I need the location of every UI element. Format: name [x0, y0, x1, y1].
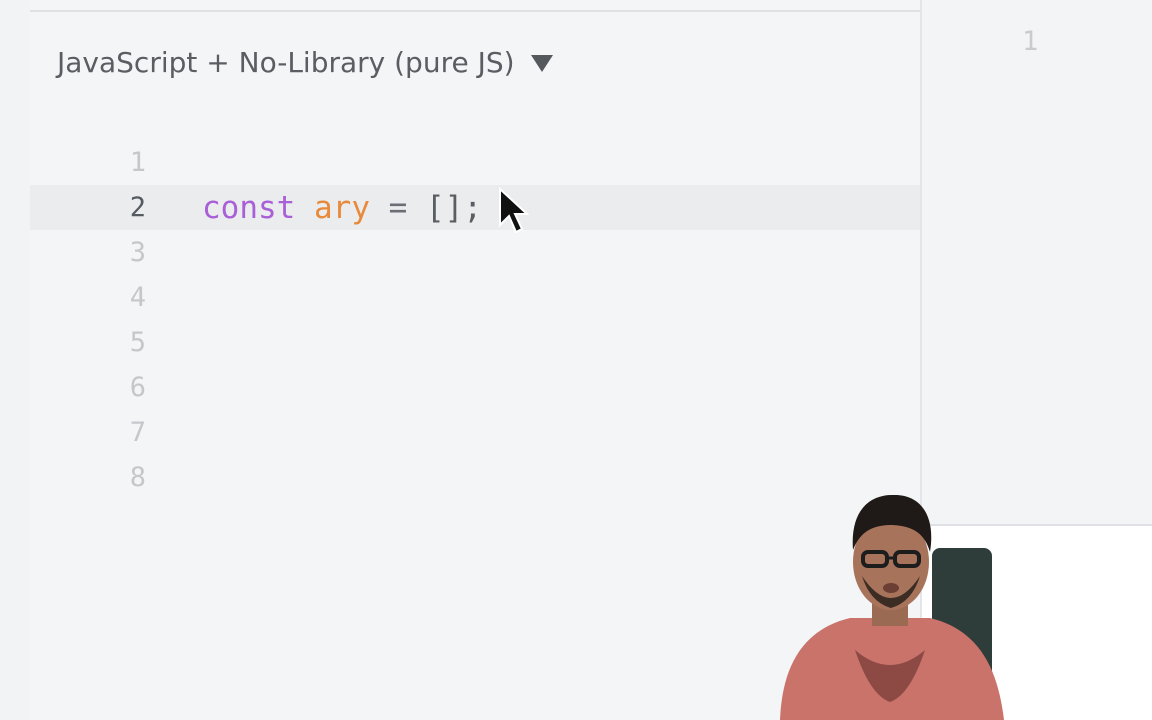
code-keyword: const: [202, 189, 296, 226]
mouth-icon: [883, 583, 899, 593]
code-line-7[interactable]: 7: [30, 410, 920, 455]
line-number: 1: [129, 147, 146, 178]
code-line-1[interactable]: 1: [30, 140, 920, 185]
mouse-cursor-icon: [499, 187, 530, 234]
left-gutter: [0, 0, 31, 720]
code-line-2[interactable]: 2 const ary = [];: [30, 185, 920, 230]
line-number: 2: [129, 192, 146, 223]
app-window: JavaScript + No-Library (pure JS) 1 2 co…: [0, 0, 1152, 720]
line-number: 6: [129, 372, 146, 403]
line-number: 7: [129, 417, 146, 448]
language-selector-label: JavaScript + No-Library (pure JS): [57, 46, 515, 79]
output-line-number: 1: [1022, 26, 1039, 57]
line-number: 8: [129, 462, 146, 493]
line-number: 5: [129, 327, 146, 358]
code-variable: ary: [314, 189, 370, 226]
code-statement[interactable]: const ary = [];: [202, 190, 482, 226]
code-value: []: [426, 189, 464, 226]
code-line-6[interactable]: 6: [30, 365, 920, 410]
caret-down-icon: [530, 55, 553, 72]
code-terminator: ;: [463, 189, 483, 226]
code-line-3[interactable]: 3: [30, 230, 920, 275]
code-line-4[interactable]: 4: [30, 275, 920, 320]
code-lines[interactable]: 1 2 const ary = []; 3 4 5 6 7 8: [30, 140, 920, 500]
language-selector[interactable]: JavaScript + No-Library (pure JS): [57, 46, 553, 79]
code-line-5[interactable]: 5: [30, 320, 920, 365]
line-number: 3: [129, 237, 146, 268]
line-number: 4: [129, 282, 146, 313]
output-pane[interactable]: 1: [922, 0, 1152, 526]
editor-top-divider: [30, 0, 920, 12]
code-operator: =: [388, 189, 408, 226]
presenter-webcam-overlay: [780, 494, 1004, 720]
